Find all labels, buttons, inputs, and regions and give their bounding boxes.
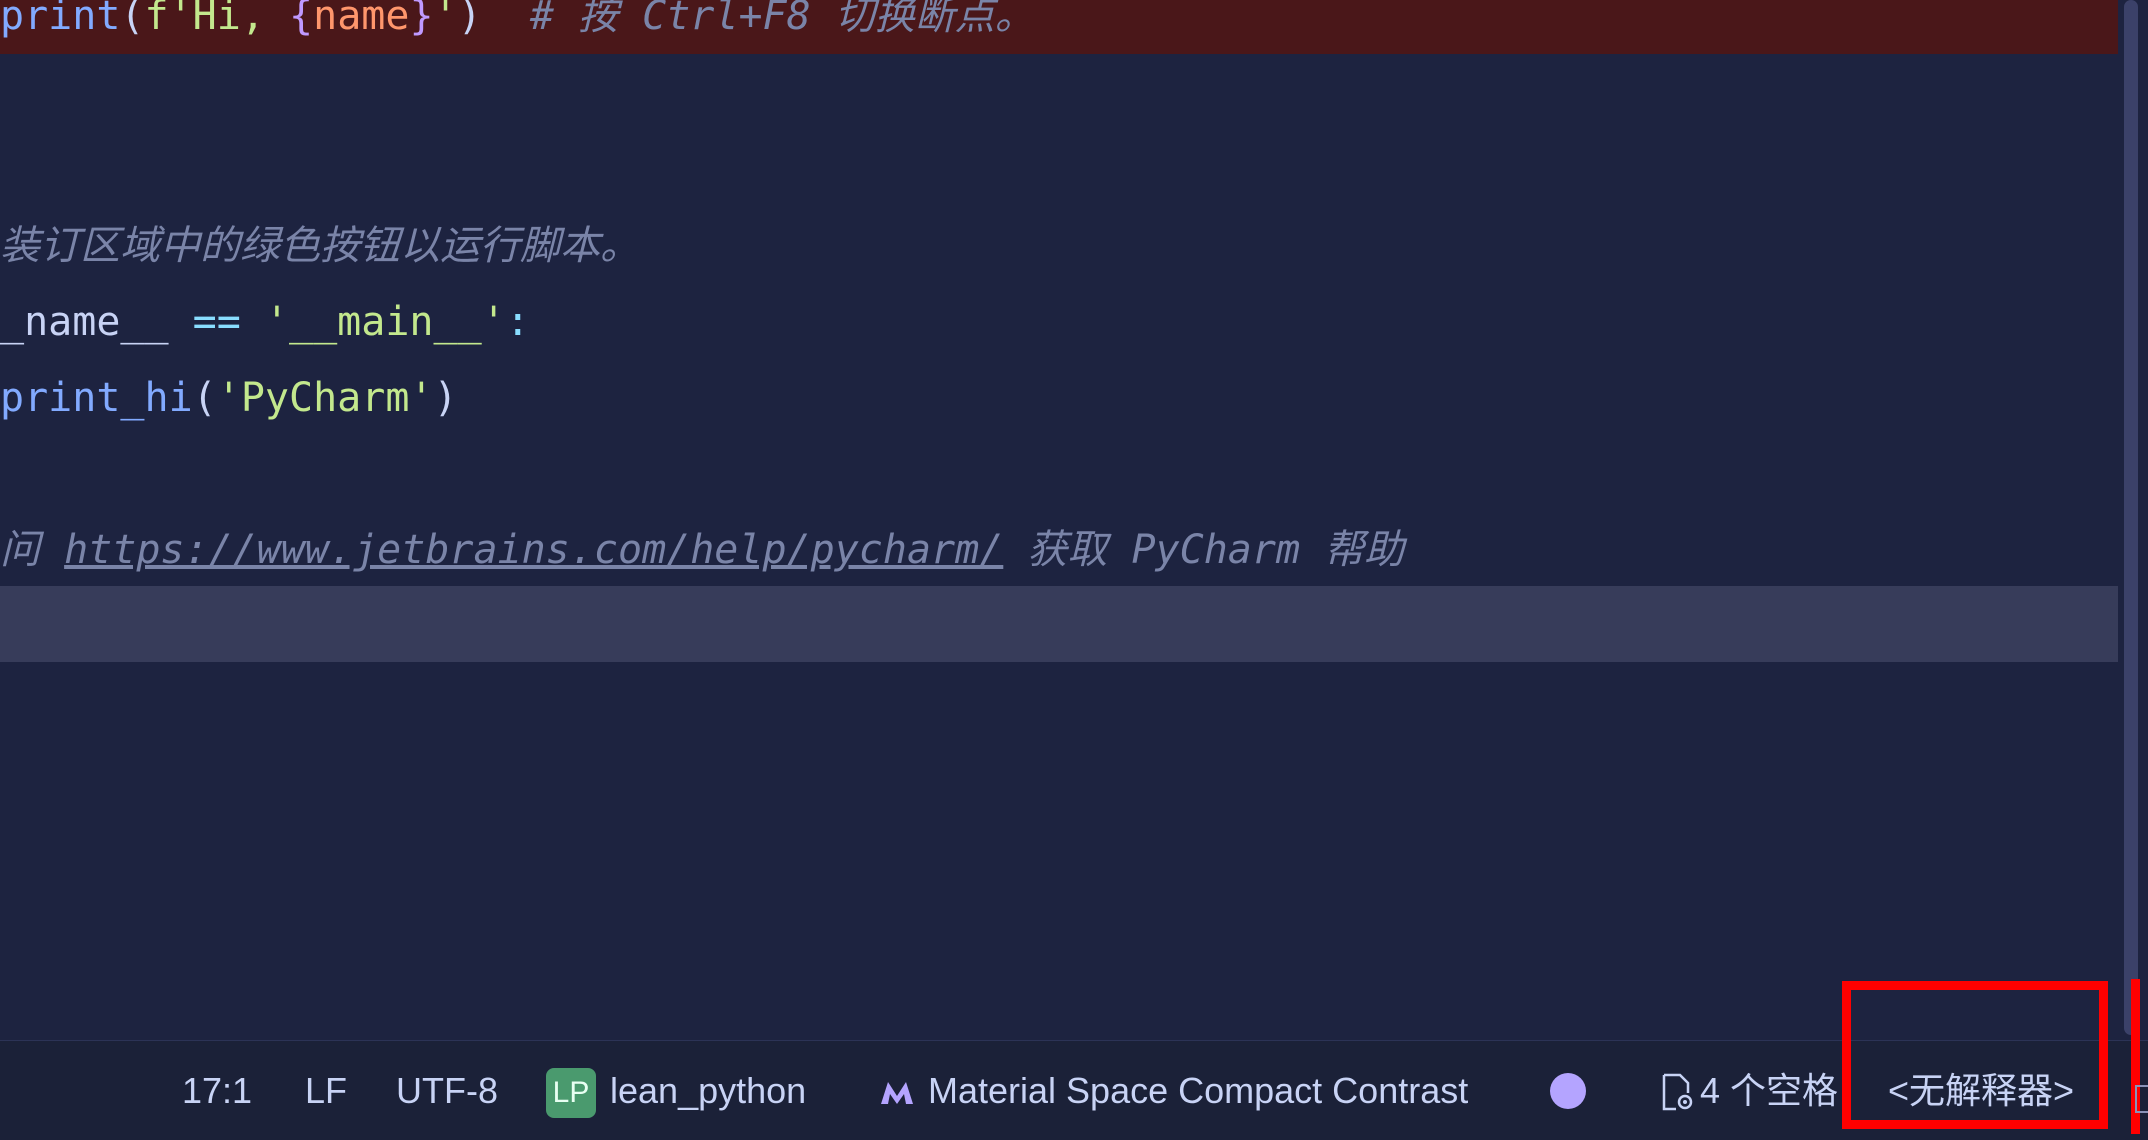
material-theme-icon — [881, 1082, 913, 1105]
indent-widget[interactable]: 4 个空格 — [1660, 1041, 1838, 1140]
project-widget[interactable]: LP lean_python — [546, 1041, 806, 1140]
status-bar: 17:1 LF UTF-8 LP lean_python Material Spa… — [0, 1040, 2148, 1140]
code-line[interactable]: _name__ == '__main__': — [0, 284, 2118, 360]
operator: == — [192, 299, 241, 345]
brace: { — [289, 0, 314, 39]
paren: ( — [120, 0, 145, 39]
comment: # 按 Ctrl+F8 切换断点。 — [481, 0, 1035, 39]
status-indicator-icon[interactable] — [1550, 1073, 1586, 1109]
caret-position[interactable]: 17:1 — [182, 1041, 252, 1140]
code-line[interactable]: print_hi('PyCharm') — [0, 360, 2118, 436]
theme-widget[interactable]: Material Space Compact Contrast — [880, 1041, 1468, 1140]
string-literal: f'Hi, — [144, 0, 290, 39]
function-name: print_hi — [0, 375, 193, 421]
paren: ( — [192, 375, 217, 421]
line-separator[interactable]: LF — [305, 1041, 347, 1140]
paren: ) — [457, 0, 482, 39]
brace: } — [409, 0, 434, 39]
code-line[interactable]: 问 https://www.jetbrains.com/help/pycharm… — [0, 512, 2118, 588]
string-literal: ' — [433, 0, 458, 39]
vertical-scrollbar[interactable] — [2118, 0, 2148, 1040]
project-name: lean_python — [610, 1070, 807, 1111]
code-text: print_hi('PyCharm') — [0, 360, 458, 436]
code-text: _name__ == '__main__': — [0, 284, 530, 360]
code-line[interactable]: 装订区域中的绿色按钮以运行脚本。 — [0, 208, 2118, 284]
variable: name — [313, 0, 410, 39]
code-editor[interactable]: print(f'Hi, {name}') # 按 Ctrl+F8 切换断点。 装… — [0, 0, 2118, 1040]
scrollbar-thumb[interactable] — [2124, 0, 2138, 1035]
identifier: _name__ — [0, 299, 193, 345]
string-literal: '__main__' — [240, 299, 506, 345]
code-line-breakpoint[interactable]: print(f'Hi, {name}') # 按 Ctrl+F8 切换断点。 — [0, 0, 2118, 54]
file-encoding[interactable]: UTF-8 — [396, 1041, 498, 1140]
comment-suffix: 获取 PyCharm 帮助 — [1003, 527, 1405, 573]
file-settings-icon — [1662, 1074, 1693, 1111]
interpreter-selector[interactable]: <无解释器> — [1888, 1041, 2074, 1140]
comment: 问 https://www.jetbrains.com/help/pycharm… — [0, 512, 1404, 588]
help-link[interactable]: https://www.jetbrains.com/help/pycharm/ — [64, 527, 1003, 573]
comment-prefix: 问 — [0, 527, 65, 573]
window-edge-icon[interactable] — [2135, 1085, 2148, 1113]
theme-name: Material Space Compact Contrast — [928, 1070, 1469, 1111]
ide-window: print(f'Hi, {name}') # 按 Ctrl+F8 切换断点。 装… — [0, 0, 2148, 1140]
project-badge: LP — [546, 1068, 596, 1119]
comment: 装订区域中的绿色按钮以运行脚本。 — [0, 223, 640, 269]
string-literal: 'PyCharm' — [216, 375, 434, 421]
indent-setting: 4 个空格 — [1700, 1070, 1839, 1111]
paren: ) — [433, 375, 458, 421]
function-name: print — [0, 0, 121, 39]
current-line[interactable] — [0, 586, 2118, 662]
code-text: print(f'Hi, {name}') # 按 Ctrl+F8 切换断点。 — [0, 0, 1035, 54]
colon: : — [505, 299, 530, 345]
